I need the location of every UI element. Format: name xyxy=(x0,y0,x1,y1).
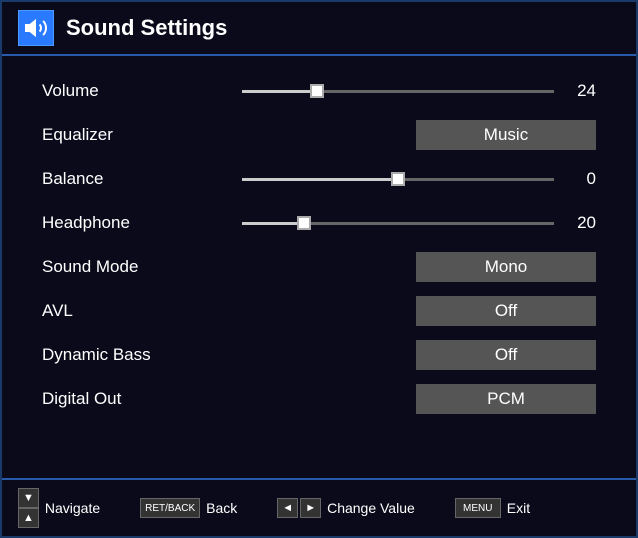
footer: ▼ ▲ Navigate RET/BACK Back ◄ ► Change Va… xyxy=(2,478,636,536)
volume-row: Volume 24 xyxy=(42,72,596,110)
menu-key[interactable]: MENU xyxy=(455,498,501,518)
headphone-label: Headphone xyxy=(42,213,242,233)
balance-track xyxy=(242,178,554,181)
up-arrow-key: ▲ xyxy=(18,508,39,528)
settings-content: Volume 24 Equalizer Music Balance xyxy=(2,56,636,478)
header: Sound Settings xyxy=(2,2,636,56)
volume-fill xyxy=(242,90,317,93)
dynamic-bass-dropdown[interactable]: Off xyxy=(416,340,596,370)
change-value-label: Change Value xyxy=(327,500,415,516)
dynamic-bass-label: Dynamic Bass xyxy=(42,345,242,365)
volume-track xyxy=(242,90,554,93)
balance-label: Balance xyxy=(42,169,242,189)
volume-label: Volume xyxy=(42,81,242,101)
volume-control: 24 xyxy=(242,81,596,101)
balance-value: 0 xyxy=(566,169,596,189)
sound-mode-row: Sound Mode Mono xyxy=(42,248,596,286)
balance-slider-container[interactable]: 0 xyxy=(242,169,596,189)
headphone-row: Headphone 20 xyxy=(42,204,596,242)
right-arrow-key: ► xyxy=(300,498,321,518)
equalizer-row: Equalizer Music xyxy=(42,116,596,154)
balance-fill xyxy=(242,178,398,181)
navigate-item: ▼ ▲ Navigate xyxy=(18,488,100,528)
volume-thumb[interactable] xyxy=(310,84,324,98)
headphone-fill xyxy=(242,222,304,225)
digital-out-row: Digital Out PCM xyxy=(42,380,596,418)
headphone-value: 20 xyxy=(566,213,596,233)
sound-mode-dropdown[interactable]: Mono xyxy=(416,252,596,282)
balance-thumb[interactable] xyxy=(391,172,405,186)
ret-back-key[interactable]: RET/BACK xyxy=(140,498,200,518)
sound-settings-screen: Sound Settings Volume 24 Equalizer Music xyxy=(0,0,638,538)
left-arrow-key: ◄ xyxy=(277,498,298,518)
balance-row: Balance 0 xyxy=(42,160,596,198)
headphone-track xyxy=(242,222,554,225)
avl-row: AVL Off xyxy=(42,292,596,330)
sound-icon xyxy=(18,10,54,46)
change-value-item: ◄ ► Change Value xyxy=(277,498,414,518)
sound-mode-label: Sound Mode xyxy=(42,257,242,277)
equalizer-label: Equalizer xyxy=(42,125,242,145)
headphone-thumb[interactable] xyxy=(297,216,311,230)
sound-mode-control: Mono xyxy=(242,252,596,282)
down-arrow-key: ▼ xyxy=(18,488,39,508)
avl-control: Off xyxy=(242,296,596,326)
navigate-keys: ▼ ▲ xyxy=(18,488,39,528)
page-title: Sound Settings xyxy=(66,15,227,41)
dynamic-bass-row: Dynamic Bass Off xyxy=(42,336,596,374)
volume-value: 24 xyxy=(566,81,596,101)
equalizer-control: Music xyxy=(242,120,596,150)
volume-slider-container[interactable]: 24 xyxy=(242,81,596,101)
back-item: RET/BACK Back xyxy=(140,498,237,518)
back-label: Back xyxy=(206,500,237,516)
digital-out-control: PCM xyxy=(242,384,596,414)
navigate-label: Navigate xyxy=(45,500,100,516)
avl-dropdown[interactable]: Off xyxy=(416,296,596,326)
exit-item: MENU Exit xyxy=(455,498,530,518)
digital-out-label: Digital Out xyxy=(42,389,242,409)
avl-label: AVL xyxy=(42,301,242,321)
up-down-arrows: ▼ ▲ xyxy=(18,488,39,528)
dynamic-bass-control: Off xyxy=(242,340,596,370)
digital-out-dropdown[interactable]: PCM xyxy=(416,384,596,414)
headphone-slider-container[interactable]: 20 xyxy=(242,213,596,233)
balance-control: 0 xyxy=(242,169,596,189)
headphone-control: 20 xyxy=(242,213,596,233)
left-right-arrows: ◄ ► xyxy=(277,498,321,518)
exit-label: Exit xyxy=(507,500,530,516)
equalizer-dropdown[interactable]: Music xyxy=(416,120,596,150)
